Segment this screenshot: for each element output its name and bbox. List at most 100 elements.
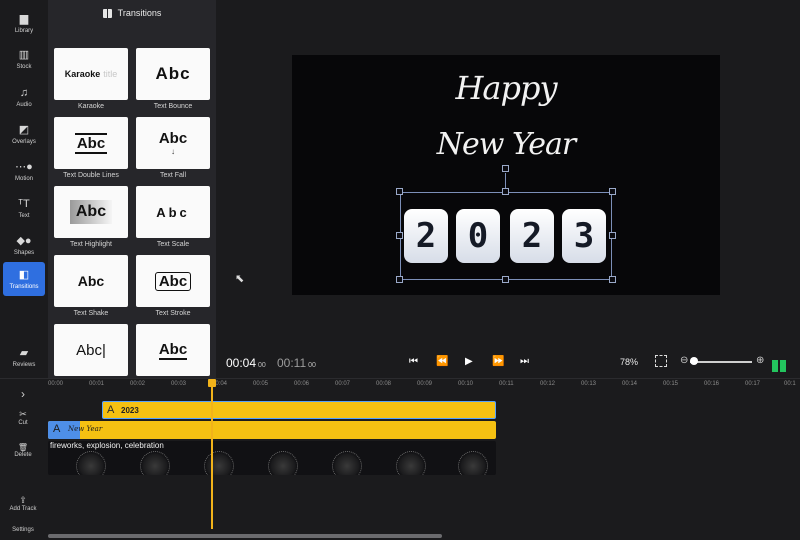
fullscreen-icon[interactable] [655, 355, 667, 367]
rail-item-label: Audio [16, 102, 32, 108]
tile-label: Text Stroke [155, 310, 191, 317]
transition-tile-text-fall[interactable]: Abc ↓ [136, 117, 210, 169]
folder-icon: ▆ [19, 13, 29, 25]
delete-label: Delete [14, 452, 32, 458]
cut-button[interactable]: ✂ Cut [0, 409, 46, 426]
rail-item-label: Shapes [13, 250, 35, 256]
transition-tile-text-typewriter[interactable]: Abc| [54, 324, 128, 376]
transition-tile-text-underline[interactable]: Abc [136, 324, 210, 376]
ruler-tick: 00:00 [48, 381, 64, 387]
transition-tile-text-stroke[interactable]: Abc [136, 255, 210, 307]
zoom-out-icon[interactable]: ⊖ [680, 355, 688, 366]
panel-header: Transitions [48, 0, 216, 26]
preview-canvas[interactable]: Happy New Year 2 0 2 3 [292, 55, 720, 295]
zoom-slider-handle[interactable] [690, 357, 698, 365]
step-forward-button[interactable]: ⏩ [492, 356, 504, 367]
clip-label: New Year [68, 425, 103, 433]
thumbnail-frame [140, 451, 170, 475]
resize-handle-bottom[interactable] [502, 276, 509, 283]
rail-item-stock[interactable]: ▥ Stock [3, 42, 45, 76]
current-time-frames: 00 [258, 362, 266, 369]
current-time: 00:04 00 [226, 356, 266, 370]
delete-button[interactable]: 🗑 Delete [0, 443, 46, 458]
tile-preview: Abc [154, 271, 192, 291]
rail-item-overlays[interactable]: ◩ Overlays [3, 117, 45, 151]
video-clip-fireworks[interactable]: fireworks, explosion, celebration [48, 441, 496, 475]
ruler-tick: 00:07 [335, 381, 351, 387]
tile-preview: Abc [155, 64, 191, 83]
transitions-icon: ◧ [18, 269, 30, 281]
zoom-in-icon[interactable]: ⊕ [756, 355, 764, 366]
resize-handle-right[interactable] [609, 232, 616, 239]
tile-label: Text Bounce [153, 103, 193, 110]
rail-item-shapes[interactable]: ◆● Shapes [3, 228, 45, 262]
skip-to-end-button[interactable]: ⏭ [520, 356, 529, 367]
playhead-handle[interactable] [208, 379, 216, 387]
timeline-scrollbar[interactable] [48, 534, 442, 538]
tile-preview: Abc [158, 130, 188, 147]
rail-item-label: Reviews [12, 362, 36, 368]
current-time-value: 00:04 [226, 356, 257, 370]
settings-button[interactable]: Settings [0, 527, 46, 533]
play-button[interactable]: ▶ [465, 356, 473, 367]
thumbnail-frame [204, 451, 234, 475]
ruler-tick: 00:09 [417, 381, 433, 387]
preview-area: Happy New Year 2 0 2 3 [216, 0, 800, 378]
rail-item-motion[interactable]: ⋯● Motion [3, 154, 45, 188]
arrow-down-icon: ↓ [171, 147, 175, 156]
thumbnail-frame [268, 451, 298, 475]
ruler-tick: 00:10 [458, 381, 474, 387]
title-clip-new-year[interactable]: A New Year [48, 421, 496, 439]
timeline-tracks: A 2023 A New Year fireworks, explosion, … [46, 393, 800, 529]
ruler-tick: 00:14 [622, 381, 638, 387]
tile-label: Text Fall [159, 172, 187, 179]
resize-handle-top[interactable] [502, 188, 509, 195]
transition-tile-text-shake[interactable]: Abc [54, 255, 128, 307]
zoom-slider[interactable] [690, 361, 752, 363]
step-back-button[interactable]: ⏪ [436, 356, 448, 367]
rotate-handle[interactable] [502, 165, 509, 172]
rail-item-transitions[interactable]: ◧ Transitions [3, 262, 45, 296]
resize-handle-top-right[interactable] [609, 188, 616, 195]
timeline-tools: › ✂ Cut 🗑 Delete ⇪ Add Track Settings [0, 379, 46, 540]
overlay-icon: ◩ [18, 124, 30, 136]
selection-box[interactable] [400, 192, 612, 280]
rail-item-reviews[interactable]: ▰ Reviews [3, 340, 45, 374]
text-clip-icon: A [107, 404, 115, 416]
level-bar-right [780, 360, 786, 372]
resize-handle-bottom-left[interactable] [396, 276, 403, 283]
rail-item-audio[interactable]: ♫ Audio [3, 80, 45, 114]
settings-label: Settings [12, 527, 34, 533]
transitions-panel: Transitions Karaoke title Karaoke Abc Te… [48, 0, 216, 378]
add-track-button[interactable]: ⇪ Add Track [0, 495, 46, 512]
tile-preview: Abc| [76, 341, 106, 359]
total-time: 00:11 00 [277, 356, 316, 370]
time-ruler[interactable]: 00:00 00:01 00:02 00:03 00:04 00:05 00:0… [46, 379, 800, 393]
transition-tile-text-double-lines[interactable]: Abc [54, 117, 128, 169]
skip-to-start-button[interactable]: ⏮ [409, 356, 418, 367]
ruler-tick: 00:15 [663, 381, 679, 387]
ruler-tick: 00:13 [581, 381, 597, 387]
tile-label: Karaoke [77, 103, 105, 110]
tile-preview-sub: title [103, 69, 118, 79]
tile-label: Text Shake [73, 310, 109, 317]
thumbnail-frame [332, 451, 362, 475]
resize-handle-bottom-right[interactable] [609, 276, 616, 283]
transition-tile-text-bounce[interactable]: Abc [136, 48, 210, 100]
timeline: › ✂ Cut 🗑 Delete ⇪ Add Track Settings 00… [0, 378, 800, 540]
transition-tile-text-scale[interactable]: Abc [136, 186, 210, 238]
transition-tile-karaoke[interactable]: Karaoke title [54, 48, 128, 100]
transition-tile-text-highlight[interactable]: Abc [54, 186, 128, 238]
text-icon: ᵀT [18, 198, 30, 210]
scissors-icon: ✂ [19, 409, 27, 419]
rail-item-library[interactable]: ▆ Library [3, 6, 45, 40]
resize-handle-top-left[interactable] [396, 188, 403, 195]
zoom-level[interactable]: 78% [620, 357, 638, 367]
title-clip-2023[interactable]: A 2023 [102, 401, 496, 419]
resize-handle-left[interactable] [396, 232, 403, 239]
playhead[interactable] [211, 379, 213, 529]
tile-preview: Abc [77, 273, 105, 289]
shapes-icon: ◆● [16, 235, 32, 247]
rail-item-text[interactable]: ᵀT Text [3, 191, 45, 225]
expand-button[interactable]: › [0, 387, 46, 401]
